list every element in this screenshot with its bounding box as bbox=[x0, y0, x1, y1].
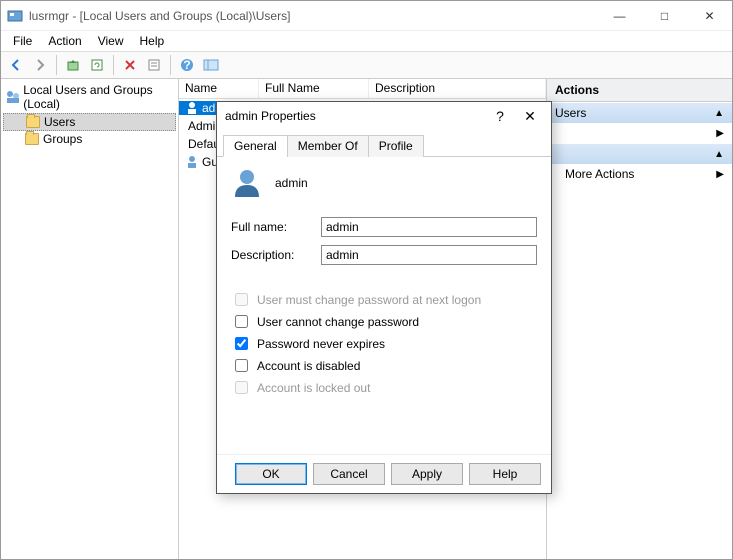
check-locked-out: Account is locked out bbox=[231, 378, 537, 397]
check-label: User must change password at next logon bbox=[257, 293, 481, 307]
checkbox[interactable] bbox=[235, 337, 248, 350]
tab-profile[interactable]: Profile bbox=[368, 135, 424, 157]
menu-view[interactable]: View bbox=[90, 32, 132, 50]
delete-button[interactable] bbox=[119, 54, 141, 76]
tree-pane: Local Users and Groups (Local) Users Gro… bbox=[1, 79, 179, 559]
refresh-button[interactable] bbox=[86, 54, 108, 76]
help-button[interactable]: ? bbox=[176, 54, 198, 76]
tree-item-users[interactable]: Users bbox=[3, 113, 176, 131]
dialog-tabs: General Member Of Profile bbox=[217, 134, 551, 157]
dialog-help-button[interactable]: ? bbox=[485, 108, 515, 124]
check-label: Account is disabled bbox=[257, 359, 360, 373]
check-account-disabled[interactable]: Account is disabled bbox=[231, 356, 537, 375]
user-large-icon bbox=[231, 167, 263, 199]
help-button[interactable]: Help bbox=[469, 463, 541, 485]
actions-pane: Actions Users ▲ More Actions ▶ admin ▲ M… bbox=[547, 79, 732, 559]
cancel-button[interactable]: Cancel bbox=[313, 463, 385, 485]
column-name[interactable]: Name bbox=[179, 79, 259, 98]
check-cannot-change[interactable]: User cannot change password bbox=[231, 312, 537, 331]
check-never-expires[interactable]: Password never expires bbox=[231, 334, 537, 353]
app-icon bbox=[7, 8, 23, 24]
menubar: File Action View Help bbox=[1, 31, 732, 51]
svg-text:?: ? bbox=[183, 58, 190, 72]
properties-dialog: admin Properties ? ✕ General Member Of P… bbox=[216, 101, 552, 494]
fullname-label: Full name: bbox=[231, 220, 321, 234]
actions-header: Actions bbox=[547, 79, 732, 102]
close-button[interactable]: ✕ bbox=[687, 1, 732, 30]
view-button[interactable] bbox=[200, 54, 222, 76]
user-icon bbox=[185, 155, 199, 169]
toolbar: ? bbox=[1, 51, 732, 79]
column-fullname[interactable]: Full Name bbox=[259, 79, 369, 98]
check-label: Password never expires bbox=[257, 337, 385, 351]
menu-help[interactable]: Help bbox=[132, 32, 173, 50]
dialog-close-button[interactable]: ✕ bbox=[515, 108, 545, 125]
dialog-buttons: OK Cancel Apply Help bbox=[217, 454, 551, 493]
checkbox[interactable] bbox=[235, 315, 248, 328]
dialog-title: admin Properties bbox=[225, 109, 485, 123]
chevron-right-icon: ▶ bbox=[716, 128, 724, 139]
window-titlebar: lusrmgr - [Local Users and Groups (Local… bbox=[1, 1, 732, 31]
checkbox[interactable] bbox=[235, 359, 248, 372]
description-label: Description: bbox=[231, 248, 321, 262]
dialog-titlebar: admin Properties ? ✕ bbox=[217, 102, 551, 130]
forward-button[interactable] bbox=[29, 54, 51, 76]
column-description[interactable]: Description bbox=[369, 79, 546, 98]
checkbox bbox=[235, 381, 248, 394]
menu-action[interactable]: Action bbox=[40, 32, 89, 50]
back-button[interactable] bbox=[5, 54, 27, 76]
window-title: lusrmgr - [Local Users and Groups (Local… bbox=[29, 9, 597, 23]
tab-member-of[interactable]: Member Of bbox=[287, 135, 369, 157]
ok-button[interactable]: OK bbox=[235, 463, 307, 485]
maximize-button[interactable]: □ bbox=[642, 1, 687, 30]
tab-general[interactable]: General bbox=[223, 135, 288, 157]
description-input[interactable] bbox=[321, 245, 537, 265]
check-label: Account is locked out bbox=[257, 381, 370, 395]
dialog-username: admin bbox=[275, 176, 308, 190]
menu-file[interactable]: File bbox=[5, 32, 40, 50]
actions-item-more[interactable]: More Actions ▶ bbox=[547, 164, 732, 184]
chevron-right-icon: ▶ bbox=[716, 169, 724, 180]
user-icon bbox=[185, 101, 199, 115]
tree-root-label: Local Users and Groups (Local) bbox=[23, 83, 174, 111]
checkbox bbox=[235, 293, 248, 306]
actions-band-users[interactable]: Users ▲ bbox=[547, 103, 732, 123]
actions-band-title: Users bbox=[555, 106, 586, 120]
actions-band-admin[interactable]: admin ▲ bbox=[547, 144, 732, 164]
dialog-body: admin Full name: Description: User must … bbox=[217, 157, 551, 454]
collapse-icon: ▲ bbox=[714, 108, 724, 119]
up-button[interactable] bbox=[62, 54, 84, 76]
folder-icon bbox=[26, 116, 40, 128]
users-groups-icon bbox=[5, 89, 19, 105]
actions-item-more[interactable]: More Actions ▶ bbox=[547, 123, 732, 143]
tree-item-label: Users bbox=[44, 115, 75, 129]
folder-icon bbox=[25, 133, 39, 145]
collapse-icon: ▲ bbox=[714, 149, 724, 160]
check-must-change: User must change password at next logon bbox=[231, 290, 537, 309]
minimize-button[interactable]: ― bbox=[597, 1, 642, 30]
properties-button[interactable] bbox=[143, 54, 165, 76]
check-label: User cannot change password bbox=[257, 315, 419, 329]
tree-root[interactable]: Local Users and Groups (Local) bbox=[3, 81, 176, 113]
tree-item-groups[interactable]: Groups bbox=[3, 131, 176, 147]
actions-item-label: More Actions bbox=[565, 167, 634, 181]
fullname-input[interactable] bbox=[321, 217, 537, 237]
list-header: Name Full Name Description bbox=[179, 79, 546, 99]
tree-item-label: Groups bbox=[43, 132, 82, 146]
apply-button[interactable]: Apply bbox=[391, 463, 463, 485]
